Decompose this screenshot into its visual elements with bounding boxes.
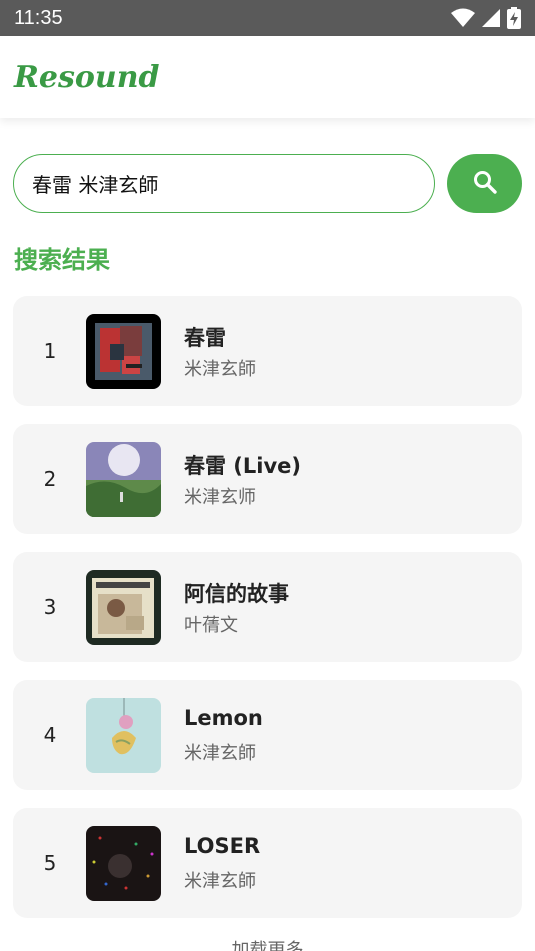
result-item[interactable]: 4 Lemon 米津玄師 — [13, 680, 522, 790]
results-heading: 搜索结果 — [14, 246, 110, 274]
signal-icon — [481, 8, 501, 28]
result-item[interactable]: 3 阿信的故事 叶蒨文 — [13, 552, 522, 662]
album-cover — [86, 698, 161, 773]
search-row — [13, 154, 522, 214]
result-item[interactable]: 2 春雷 (Live) 米津玄师 — [13, 424, 522, 534]
app-logo: Resound — [14, 59, 160, 95]
search-input[interactable] — [13, 154, 435, 213]
result-index: 2 — [43, 467, 57, 491]
song-artist: 米津玄師 — [184, 359, 256, 380]
song-artist: 米津玄師 — [184, 743, 256, 764]
song-artist: 叶蒨文 — [184, 615, 238, 636]
song-title: 春雷 (Live) — [184, 454, 302, 478]
result-index: 4 — [43, 723, 57, 747]
load-more-button[interactable]: 加载更多 — [0, 936, 535, 951]
results-list: 1 春雷 米津玄師 2 春雷 (Live) 米津玄师 3 阿信的故事 叶蒨文 4… — [13, 296, 522, 936]
status-time: 11:35 — [14, 6, 63, 29]
album-cover — [86, 570, 161, 645]
album-cover — [86, 314, 161, 389]
result-index: 3 — [43, 595, 57, 619]
battery-charging-icon — [507, 7, 521, 29]
search-icon — [472, 169, 498, 198]
result-item[interactable]: 5 LOSER 米津玄師 — [13, 808, 522, 918]
app-bar: Resound — [0, 36, 535, 118]
album-cover — [86, 442, 161, 517]
song-title: Lemon — [184, 706, 263, 730]
status-icons — [451, 7, 521, 29]
song-title: 春雷 — [184, 326, 226, 350]
search-button[interactable] — [447, 154, 522, 213]
wifi-icon — [451, 8, 475, 28]
result-item[interactable]: 1 春雷 米津玄師 — [13, 296, 522, 406]
song-artist: 米津玄师 — [184, 487, 256, 508]
song-artist: 米津玄師 — [184, 871, 256, 892]
song-title: LOSER — [184, 834, 261, 858]
result-index: 1 — [43, 339, 57, 363]
album-cover — [86, 826, 161, 901]
song-title: 阿信的故事 — [184, 582, 289, 606]
result-index: 5 — [43, 851, 57, 875]
status-bar: 11:35 — [0, 0, 535, 36]
